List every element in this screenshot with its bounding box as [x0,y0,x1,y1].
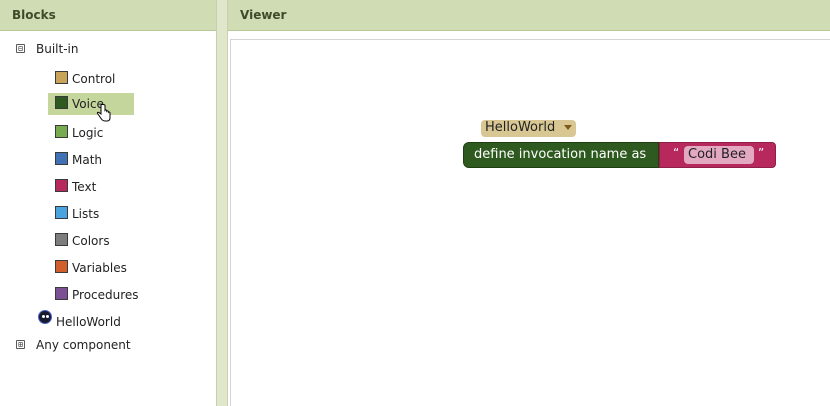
category-variables[interactable]: Variables [48,257,134,279]
colors-color-swatch [55,233,68,246]
open-quote: “ [673,146,680,160]
viewer-workspace[interactable] [230,39,830,406]
blocks-panel-title: Blocks [12,8,56,22]
viewer-title: Viewer [240,8,287,22]
category-text[interactable]: Text [48,176,134,198]
lists-color-swatch [55,206,68,219]
category-label: Text [72,180,97,194]
component-dropdown[interactable]: HelloWorld [481,120,576,137]
component-dropdown-label: HelloWorld [485,120,556,135]
procedures-color-swatch [55,287,68,300]
blocks-panel-header: Blocks [0,0,216,31]
category-control[interactable]: Control [48,68,134,90]
dropdown-arrow-icon [564,125,572,130]
category-voice[interactable]: Voice [48,93,134,115]
variables-color-swatch [55,260,68,273]
tree-item-any-component[interactable]: Any component [36,338,131,352]
logic-color-swatch [55,125,68,138]
category-label: Logic [72,126,104,140]
event-name-label: .Initialize [579,121,638,136]
category-label: Control [72,72,116,86]
hand-pointer-cursor-icon [96,104,111,122]
robot-icon [38,310,52,324]
category-label: Lists [72,207,100,221]
blocks-panel: Blocks ⊟ Built-in Control Voice Logic Ma… [0,0,216,406]
category-label: Math [72,153,103,167]
event-when-label: when [437,121,473,136]
viewer-header: Viewer [228,0,830,31]
control-color-swatch [55,71,68,84]
panel-splitter[interactable] [216,0,228,406]
text-color-swatch [55,179,68,192]
expand-any-component-toggle-icon[interactable]: ⊞ [16,340,25,349]
category-label: Colors [72,234,110,248]
call-block-label: define invocation name as [474,147,647,162]
text-value: Codi Bee [688,147,746,162]
close-quote: ” [758,146,765,160]
category-lists[interactable]: Lists [48,203,134,225]
voice-color-swatch [55,96,68,109]
category-logic[interactable]: Logic [48,122,134,144]
text-value-field[interactable]: Codi Bee [684,146,754,164]
category-colors[interactable]: Colors [48,230,134,252]
category-label: Procedures [72,288,139,302]
tree-item-builtin[interactable]: Built-in [36,42,78,56]
category-label: Variables [72,261,127,275]
math-color-swatch [55,152,68,165]
event-do-label: do [437,147,454,162]
collapse-builtin-toggle-icon[interactable]: ⊟ [16,44,25,53]
tree-item-helloworld[interactable]: HelloWorld [56,315,121,329]
category-procedures[interactable]: Procedures [48,284,139,306]
category-math[interactable]: Math [48,149,134,171]
